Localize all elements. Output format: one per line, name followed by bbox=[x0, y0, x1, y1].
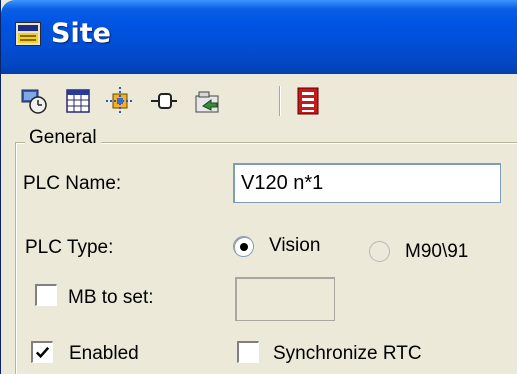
enabled-checkbox[interactable] bbox=[31, 341, 53, 363]
site-window: Site General PLC Name: V120 n*1 PLC Type… bbox=[0, 0, 517, 374]
window-title: Site bbox=[51, 18, 111, 49]
plc-type-label: PLC Type: bbox=[25, 237, 114, 258]
plc-type-m90-radio[interactable] bbox=[369, 241, 390, 262]
connector-icon[interactable] bbox=[149, 86, 179, 116]
plc-type-vision-label[interactable]: Vision bbox=[269, 235, 320, 257]
mb-to-set-checkbox[interactable] bbox=[35, 284, 57, 306]
grid-icon[interactable] bbox=[63, 86, 93, 116]
general-group-title: General bbox=[25, 127, 101, 149]
synchronize-rtc-label[interactable]: Synchronize RTC bbox=[273, 343, 422, 365]
ladder-icon[interactable] bbox=[293, 86, 323, 116]
toolbar-separator bbox=[279, 86, 281, 116]
plc-name-input[interactable] bbox=[233, 163, 501, 203]
title-bar[interactable]: Site bbox=[1, 0, 517, 74]
folder-arrow-icon[interactable] bbox=[193, 86, 223, 116]
mb-to-set-input[interactable] bbox=[235, 277, 335, 321]
toolbar bbox=[1, 74, 517, 128]
plc-type-m90-label[interactable]: M90\91 bbox=[405, 241, 468, 263]
plc-name-label: PLC Name: bbox=[23, 173, 122, 194]
radio-selected-dot bbox=[240, 243, 248, 251]
network-icon[interactable] bbox=[105, 86, 135, 116]
window-icon bbox=[15, 22, 41, 46]
plc-type-vision-radio[interactable] bbox=[233, 236, 254, 257]
mb-to-set-label[interactable]: MB to set: bbox=[68, 287, 154, 309]
enabled-label[interactable]: Enabled bbox=[69, 343, 139, 365]
clock-settings-icon[interactable] bbox=[19, 86, 49, 116]
synchronize-rtc-checkbox[interactable] bbox=[237, 341, 259, 363]
